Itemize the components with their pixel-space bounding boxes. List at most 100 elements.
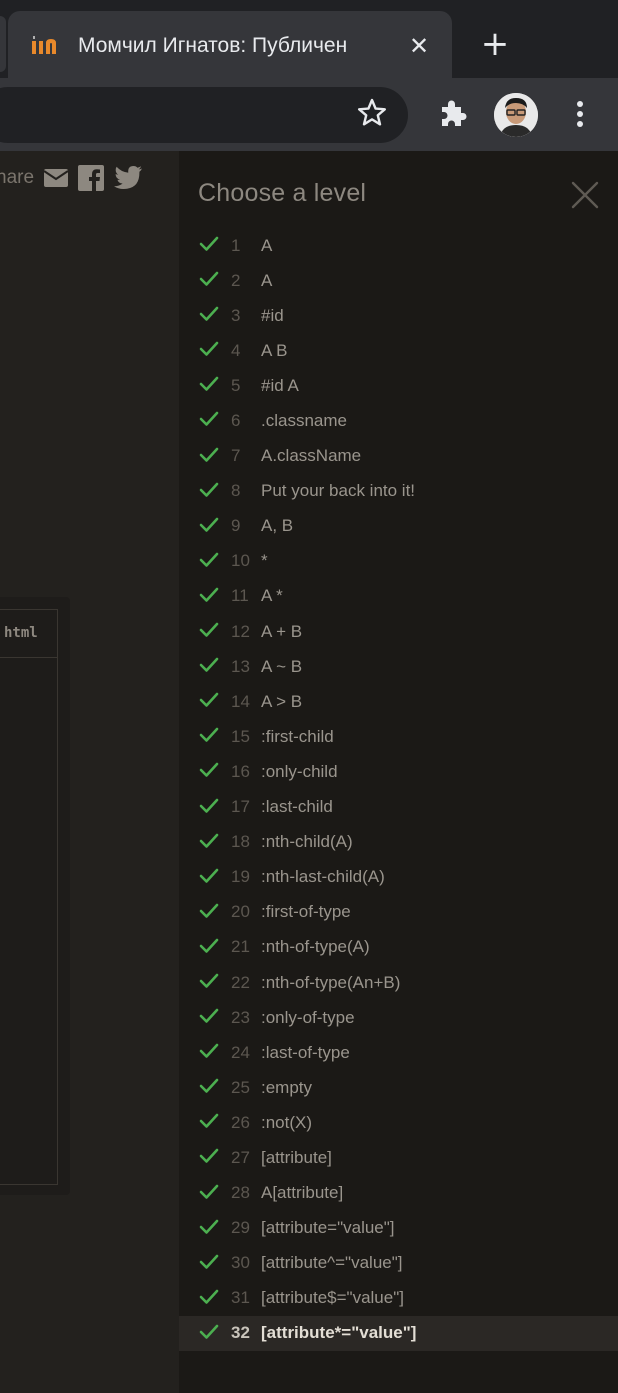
- extensions-puzzle-icon[interactable]: [436, 96, 470, 130]
- level-name: :last-child: [261, 797, 333, 817]
- level-number: 12: [231, 621, 250, 641]
- twitter-icon[interactable]: [113, 165, 143, 191]
- checkmark-icon: [199, 447, 219, 462]
- level-item[interactable]: 22:nth-of-type(An+B): [179, 965, 618, 1000]
- new-tab-button[interactable]: +: [478, 27, 512, 61]
- level-item[interactable]: 19:nth-last-child(A): [179, 860, 618, 895]
- level-item[interactable]: 5 #id A: [179, 368, 618, 403]
- checkmark-icon: [199, 1254, 219, 1269]
- menu-dots-icon[interactable]: [568, 96, 592, 132]
- level-item[interactable]: 18:nth-child(A): [179, 825, 618, 860]
- facebook-icon[interactable]: [78, 165, 105, 191]
- level-item[interactable]: 4 A B: [179, 333, 618, 368]
- level-number: 18: [231, 832, 250, 852]
- level-number: 7: [231, 446, 241, 466]
- html-editor-header: html: [0, 610, 58, 658]
- level-item[interactable]: 21:nth-of-type(A): [179, 930, 618, 965]
- profile-avatar[interactable]: [494, 93, 538, 137]
- level-item[interactable]: 15 :first-child: [179, 719, 618, 754]
- level-item[interactable]: 13 A ~ B: [179, 649, 618, 684]
- level-number: 26: [231, 1112, 250, 1132]
- level-item[interactable]: 28 A[attribute]: [179, 1176, 618, 1211]
- level-name: A.className: [261, 446, 362, 466]
- level-name: #id: [261, 305, 284, 325]
- checkmark-icon: [199, 833, 219, 848]
- level-item[interactable]: 3 #id: [179, 298, 618, 333]
- level-item[interactable]: 11 A *: [179, 579, 618, 614]
- level-item[interactable]: 23:only-of-type: [179, 1000, 618, 1035]
- level-item[interactable]: 7 A.className: [179, 439, 618, 474]
- level-number: 21: [231, 937, 250, 957]
- level-name: *: [261, 551, 268, 571]
- checkmark-icon: [199, 271, 219, 286]
- checkmark-icon: [199, 1043, 219, 1058]
- share-bar: hare: [0, 161, 143, 195]
- level-item[interactable]: 10 *: [179, 544, 618, 579]
- bookmark-star-icon[interactable]: [354, 95, 390, 131]
- level-name: A: [261, 235, 273, 255]
- level-name: :first-child: [261, 726, 334, 746]
- editor-language-label: html: [4, 625, 38, 641]
- level-item[interactable]: 26:not(X): [179, 1105, 618, 1140]
- checkmark-icon: [199, 1184, 219, 1199]
- level-item[interactable]: 1A: [179, 228, 618, 263]
- email-icon[interactable]: [43, 168, 69, 188]
- level-number: 14: [231, 691, 250, 711]
- checkmark-icon: [199, 1324, 219, 1339]
- level-number: 23: [231, 1007, 250, 1027]
- level-number: 27: [231, 1147, 250, 1167]
- level-item[interactable]: 31 [attribute$="value"]: [179, 1281, 618, 1316]
- level-item[interactable]: 24:last-of-type: [179, 1035, 618, 1070]
- level-item[interactable]: 25:empty: [179, 1070, 618, 1105]
- previous-tab[interactable]: [0, 16, 6, 72]
- level-item[interactable]: 14 A > B: [179, 684, 618, 719]
- level-item[interactable]: 6 .classname: [179, 403, 618, 438]
- level-number: 32: [231, 1323, 250, 1343]
- level-name: A[attribute]: [261, 1183, 344, 1203]
- tab-strip: Момчил Игнатов: Публичен ✕ +: [0, 0, 618, 78]
- level-name: A: [261, 270, 273, 290]
- level-name: Put your back into it!: [261, 481, 416, 501]
- level-number: 15: [231, 726, 250, 746]
- level-name: .classname: [261, 411, 347, 431]
- level-item[interactable]: 8 Put your back into it!: [179, 474, 618, 509]
- checkmark-icon: [199, 306, 219, 321]
- tab-title-fade: [358, 29, 404, 61]
- level-item[interactable]: 9 A, B: [179, 509, 618, 544]
- level-item[interactable]: 32 [attribute*="value"]: [179, 1315, 618, 1351]
- level-number: 3: [231, 305, 241, 325]
- level-number: 16: [231, 761, 250, 781]
- address-bar[interactable]: [0, 87, 408, 143]
- checkmark-icon: [199, 412, 219, 427]
- level-number: 19: [231, 867, 250, 887]
- level-number: 8: [231, 481, 241, 501]
- level-item[interactable]: 20:first-of-type: [179, 895, 618, 930]
- level-item[interactable]: 12 A + B: [179, 614, 618, 649]
- level-name: A B: [261, 340, 288, 360]
- checkmark-icon: [199, 903, 219, 918]
- checkmark-icon: [199, 1149, 219, 1164]
- level-number: 11: [231, 586, 249, 606]
- level-name: A > B: [261, 691, 303, 711]
- share-label: hare: [0, 167, 35, 188]
- level-number: 13: [231, 656, 250, 676]
- checkmark-icon: [199, 1289, 219, 1304]
- close-x-icon[interactable]: [569, 179, 601, 211]
- checkmark-icon: [199, 517, 219, 532]
- checkmark-icon: [199, 798, 219, 813]
- level-item[interactable]: 17:last-child: [179, 790, 618, 825]
- checkmark-icon: [199, 1114, 219, 1129]
- level-item[interactable]: 27 [attribute]: [179, 1140, 618, 1175]
- level-number: 31: [231, 1288, 250, 1308]
- active-tab[interactable]: Момчил Игнатов: Публичен ✕: [8, 11, 452, 78]
- close-tab-button[interactable]: ✕: [406, 33, 432, 59]
- tab-title: Момчил Игнатов: Публичен: [78, 34, 348, 57]
- level-item[interactable]: 29 [attribute="value"]: [179, 1211, 618, 1246]
- level-item[interactable]: 30 [attribute^="value"]: [179, 1246, 618, 1281]
- level-name: #id A: [261, 375, 299, 395]
- checkmark-icon: [199, 692, 219, 708]
- level-number: 2: [231, 270, 241, 290]
- level-item[interactable]: 16:only-child: [179, 754, 618, 789]
- level-item[interactable]: 2A: [179, 263, 618, 298]
- level-number: 9: [231, 516, 241, 536]
